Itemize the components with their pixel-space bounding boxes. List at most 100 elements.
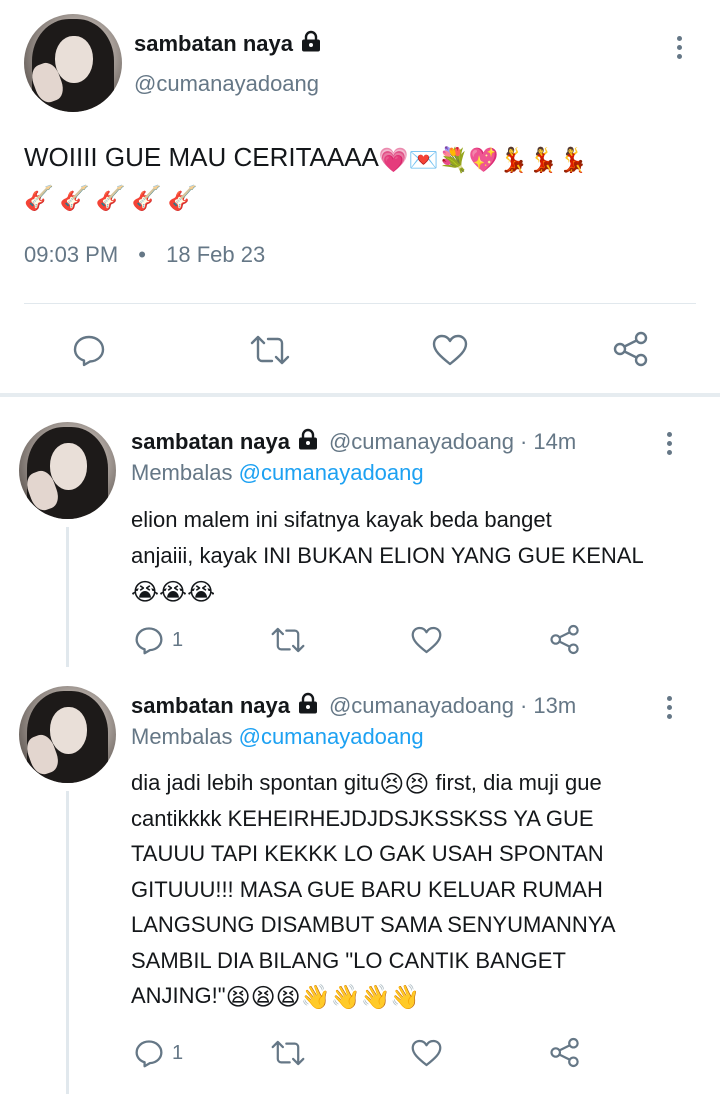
author-name-row: sambatan naya @cumanayadoang · 13m bbox=[131, 692, 576, 719]
thread-line bbox=[66, 791, 69, 1094]
emoji-group: 😭😭😭 bbox=[131, 573, 691, 609]
reply-count: 1 bbox=[172, 1041, 184, 1064]
retweet-button[interactable] bbox=[271, 1040, 305, 1066]
more-vertical-icon[interactable] bbox=[677, 36, 683, 63]
emoji-group: 😫😫😫👋👋👋👋 bbox=[225, 983, 421, 1011]
share-button[interactable] bbox=[549, 624, 581, 655]
like-button[interactable] bbox=[411, 1039, 442, 1067]
retweet-button[interactable] bbox=[250, 335, 290, 365]
author-handle[interactable]: @cumanayadoang bbox=[134, 71, 319, 97]
emoji-icon: 🎸 bbox=[167, 185, 204, 212]
reply-body: dia jadi lebih spontan gitu😣😣 first, dia… bbox=[131, 765, 691, 1014]
author-name[interactable]: sambatan naya bbox=[131, 693, 290, 719]
text-line: anjaiii, kayak INI BUKAN ELION YANG GUE … bbox=[131, 542, 644, 568]
share-icon bbox=[549, 1037, 581, 1068]
text-line: GITUUU!!! MASA GUE BARU KELUAR RUMAH bbox=[131, 876, 603, 902]
avatar[interactable] bbox=[19, 686, 116, 783]
retweet-icon bbox=[271, 1040, 305, 1066]
emoji-icon: 😣 bbox=[404, 771, 430, 798]
reply-button[interactable]: 1 bbox=[134, 625, 183, 655]
lock-icon bbox=[297, 428, 319, 455]
thread-line bbox=[66, 527, 69, 667]
tweet-date: 18 Feb 23 bbox=[166, 242, 266, 267]
text-line: cantikkkk KEHEIRHEJDJDSJKSSKSS YA GUE bbox=[131, 805, 594, 831]
heart-icon bbox=[411, 1039, 442, 1067]
emoji-icon: 💌 bbox=[408, 147, 439, 174]
author-handle[interactable]: @cumanayadoang bbox=[329, 693, 514, 719]
text-segment: ANJING!" bbox=[131, 983, 226, 1008]
reply-button[interactable]: 1 bbox=[134, 1038, 183, 1068]
emoji-icon: 💃 bbox=[498, 147, 529, 174]
author-name-row: sambatan naya bbox=[134, 30, 322, 57]
like-button[interactable] bbox=[432, 334, 468, 366]
separator-dot: • bbox=[138, 242, 146, 267]
emoji-group: 🎸🎸🎸🎸🎸 bbox=[24, 178, 704, 212]
text-segment: dia jadi lebih spontan gitu bbox=[131, 770, 380, 795]
emoji-icon: 👋 bbox=[360, 984, 391, 1011]
lock-icon bbox=[297, 692, 319, 719]
emoji-icon: 🎸 bbox=[131, 185, 168, 212]
avatar[interactable] bbox=[19, 422, 116, 519]
replying-to-label: Membalas @cumanayadoang bbox=[131, 724, 424, 750]
emoji-icon: 😣 bbox=[379, 771, 405, 798]
text-line: SAMBIL DIA BILANG "LO CANTIK BANGET bbox=[131, 947, 566, 973]
reply-button[interactable] bbox=[72, 333, 106, 367]
emoji-icon: 😫 bbox=[275, 984, 301, 1011]
emoji-icon: 👋 bbox=[390, 984, 421, 1011]
more-vertical-icon[interactable] bbox=[667, 432, 673, 459]
emoji-icon: 🎸 bbox=[59, 185, 96, 212]
emoji-icon: 💖 bbox=[468, 147, 499, 174]
reply-icon bbox=[72, 333, 106, 367]
heart-icon bbox=[411, 626, 442, 654]
lock-icon bbox=[300, 30, 322, 57]
main-tweet: sambatan naya @cumanayadoang WOIIII GUE … bbox=[0, 0, 720, 395]
section-divider bbox=[0, 393, 720, 397]
retweet-icon bbox=[250, 335, 290, 365]
emoji-icon: 💃 bbox=[558, 147, 589, 174]
emoji-icon: 👋 bbox=[330, 984, 361, 1011]
tweet-body: WOIIII GUE MAU CERITAAAA bbox=[24, 142, 379, 172]
share-icon bbox=[612, 331, 650, 367]
emoji-icon: 💃 bbox=[528, 147, 559, 174]
emoji-icon: 😭 bbox=[187, 579, 216, 606]
tweet-timestamp: 09:03 PM • 18 Feb 23 bbox=[24, 242, 265, 268]
replying-to-link[interactable]: @cumanayadoang bbox=[239, 460, 424, 485]
tweet-time: 09:03 PM bbox=[24, 242, 119, 267]
emoji-icon: 😫 bbox=[250, 984, 276, 1011]
share-icon bbox=[549, 624, 581, 655]
emoji-icon: 👋 bbox=[300, 984, 331, 1011]
retweet-button[interactable] bbox=[271, 627, 305, 653]
reply-body: elion malem ini sifatnya kayak beda bang… bbox=[131, 502, 691, 609]
retweet-icon bbox=[271, 627, 305, 653]
reply-count: 1 bbox=[172, 628, 184, 651]
time-ago: · 13m bbox=[519, 692, 577, 718]
divider bbox=[24, 303, 696, 304]
author-name-row: sambatan naya @cumanayadoang · 14m bbox=[131, 428, 576, 455]
share-button[interactable] bbox=[612, 331, 650, 367]
emoji-group: 💗💌💐💖💃💃💃 bbox=[379, 142, 589, 174]
more-vertical-icon[interactable] bbox=[667, 696, 673, 723]
emoji-icon: 😫 bbox=[225, 984, 251, 1011]
like-button[interactable] bbox=[411, 626, 442, 654]
text-line: LANGSUNG DISAMBUT SAMA SENYUMANNYA bbox=[131, 912, 616, 937]
author-handle[interactable]: @cumanayadoang bbox=[329, 429, 514, 455]
emoji-group: 😣😣 bbox=[379, 770, 430, 798]
emoji-icon: 😭 bbox=[159, 579, 188, 606]
author-name[interactable]: sambatan naya bbox=[131, 429, 290, 455]
emoji-icon: 💐 bbox=[438, 147, 469, 174]
replying-prefix: Membalas bbox=[131, 724, 233, 749]
share-button[interactable] bbox=[549, 1037, 581, 1068]
emoji-icon: 😭 bbox=[131, 579, 160, 606]
heart-icon bbox=[432, 334, 468, 366]
text-line: elion malem ini sifatnya kayak beda bang… bbox=[131, 507, 552, 532]
reply-icon bbox=[134, 1038, 164, 1068]
replying-prefix: Membalas bbox=[131, 460, 233, 485]
time-ago: · 14m bbox=[519, 428, 577, 454]
avatar[interactable] bbox=[24, 14, 122, 112]
replying-to-label: Membalas @cumanayadoang bbox=[131, 460, 424, 486]
text-segment: first, dia muji gue bbox=[429, 770, 602, 795]
text-line: TAUUU TAPI KEKKK LO GAK USAH SPONTAN bbox=[131, 841, 604, 866]
replying-to-link[interactable]: @cumanayadoang bbox=[239, 724, 424, 749]
emoji-icon: 🎸 bbox=[24, 185, 60, 212]
author-name[interactable]: sambatan naya bbox=[134, 31, 293, 57]
